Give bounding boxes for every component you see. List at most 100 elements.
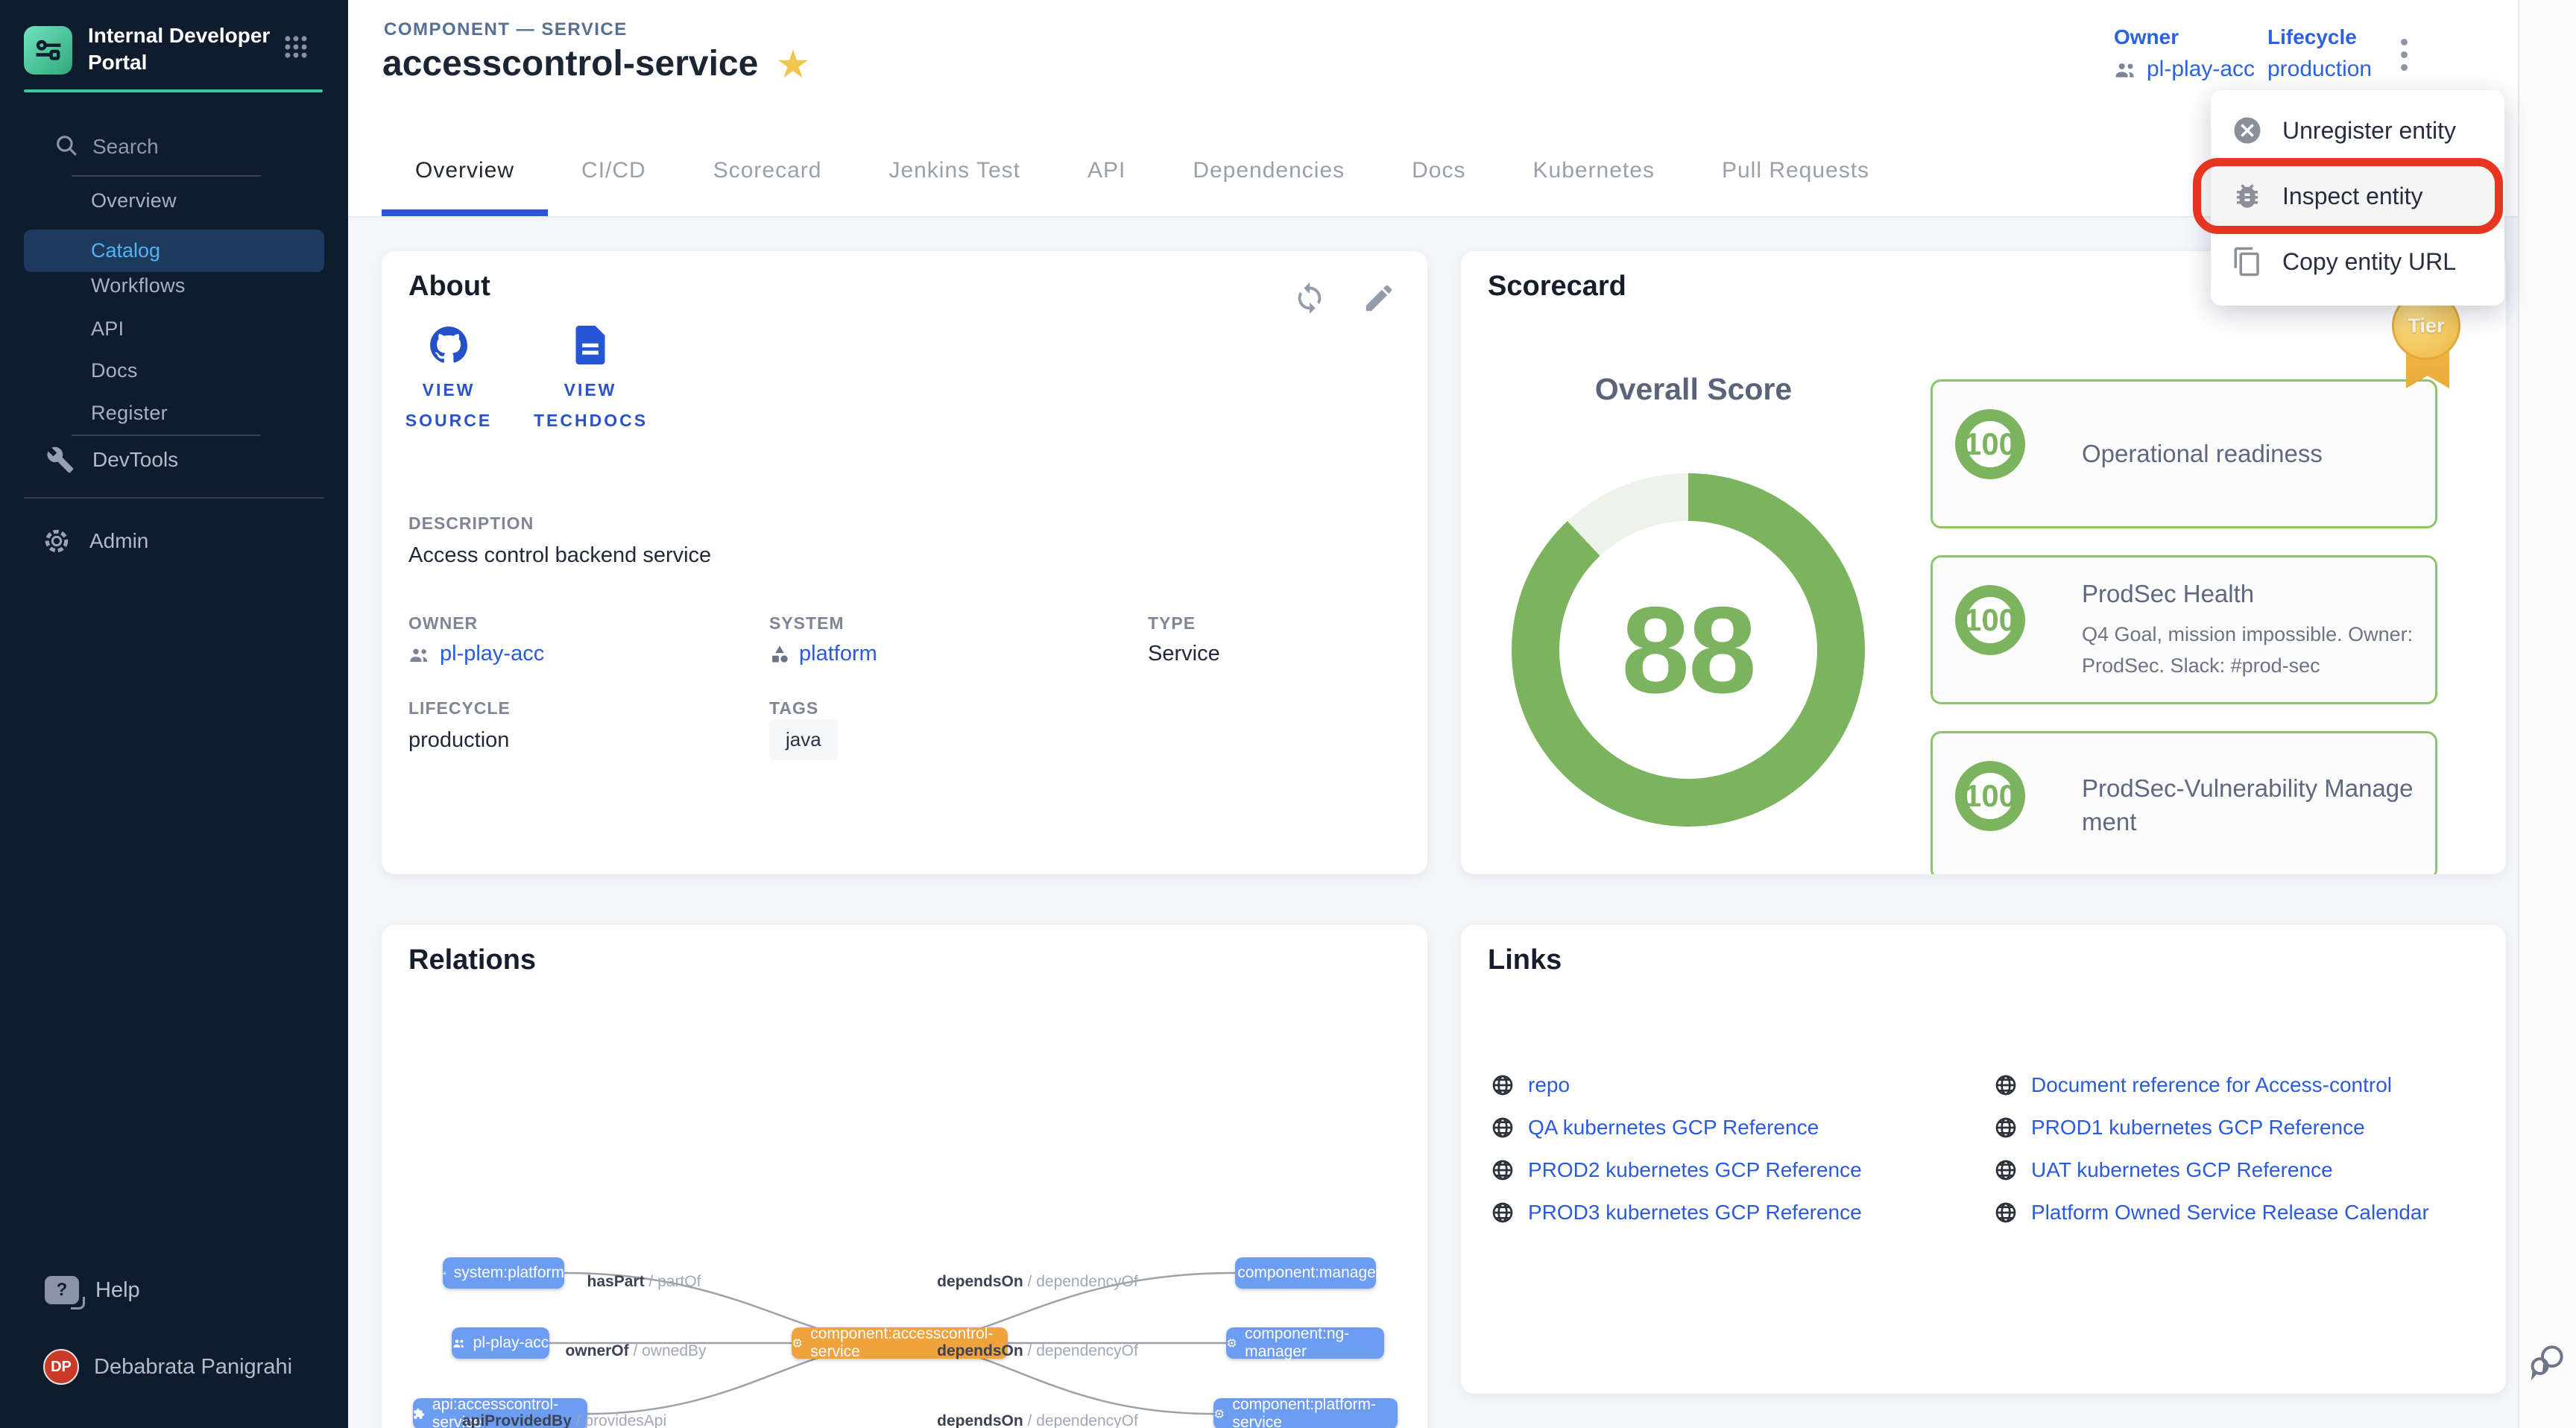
links-card: Links repo QA kubernetes GCP Reference P… xyxy=(1461,925,2506,1394)
links-title: Links xyxy=(1488,944,1562,976)
link-prod1-kubernetes[interactable]: PROD1 kubernetes GCP Reference xyxy=(1994,1106,2429,1149)
about-title: About xyxy=(408,271,490,303)
menu-item-unregister-entity[interactable]: Unregister entity xyxy=(2211,98,2504,163)
sidebar-divider-1 xyxy=(72,435,261,436)
scorecard-item-title: Operational readiness xyxy=(2082,437,2414,471)
menu-item-label: Copy entity URL xyxy=(2282,248,2456,276)
menu-item-copy-entity-url[interactable]: Copy entity URL xyxy=(2211,229,2504,294)
sidebar-item-help-label: Help xyxy=(95,1278,140,1303)
link-qa-kubernetes[interactable]: QA kubernetes GCP Reference xyxy=(1491,1106,1862,1149)
link-doc-reference[interactable]: Document reference for Access-control xyxy=(1994,1064,2429,1106)
feedback-chat-icon[interactable] xyxy=(2527,1340,2569,1382)
help-qmark: ? xyxy=(57,1280,68,1301)
globe-icon xyxy=(1994,1116,2018,1140)
scorecard-item-prodsec-health[interactable]: 100 ProdSec Health Q4 Goal, mission impo… xyxy=(1931,555,2437,704)
page-title: accesscontrol-service xyxy=(382,43,758,84)
graph-node-component-manager[interactable]: component:manager xyxy=(1235,1257,1376,1289)
brand-logo-icon[interactable] xyxy=(24,26,72,75)
owner-block: Owner pl-play-acc xyxy=(2114,25,2255,82)
bug-icon xyxy=(2232,180,2263,212)
edge-label-haspart: hasPart / partOf xyxy=(587,1273,701,1291)
user-profile[interactable]: DP Debabrata Panigrahi xyxy=(43,1349,292,1385)
about-owner-link[interactable]: pl-play-acc xyxy=(408,642,544,666)
graph-node-component-ng-manager[interactable]: component:ng-manager xyxy=(1226,1327,1384,1359)
about-type-value: Service xyxy=(1148,642,1220,666)
tab-dependencies[interactable]: Dependencies xyxy=(1159,125,1378,216)
relations-card: Relations system:platform pl-play-acc ap… xyxy=(382,925,1427,1428)
entity-context-menu: Unregister entity Inspect entity Copy en… xyxy=(2211,90,2504,306)
sidebar-divider-2 xyxy=(24,497,324,499)
tab-docs[interactable]: Docs xyxy=(1378,125,1499,216)
about-system-label: SYSTEM xyxy=(769,613,845,634)
about-system-link[interactable]: platform xyxy=(769,642,877,666)
sidebar-item-workflows[interactable]: Workflows xyxy=(91,274,186,297)
app-grid-icon[interactable] xyxy=(282,33,310,61)
scorecard-item-subtitle: Q4 Goal, mission impossible. Owner: Prod… xyxy=(2082,619,2414,682)
globe-icon xyxy=(1491,1158,1515,1182)
graph-node-label: system:platform xyxy=(454,1264,564,1282)
sidebar-item-catalog-label: Catalog xyxy=(91,239,160,262)
scorecard-card: Scorecard Overall Score 88 100 Operation… xyxy=(1461,251,2506,874)
link-repo[interactable]: repo xyxy=(1491,1064,1862,1106)
link-prod3-kubernetes[interactable]: PROD3 kubernetes GCP Reference xyxy=(1491,1191,1862,1233)
refresh-icon[interactable] xyxy=(1292,281,1327,315)
link-prod2-kubernetes[interactable]: PROD2 kubernetes GCP Reference xyxy=(1491,1149,1862,1191)
tab-overview[interactable]: Overview xyxy=(382,125,548,216)
owner-link[interactable]: pl-play-acc xyxy=(2114,57,2255,82)
globe-icon xyxy=(1994,1201,2018,1225)
edit-pencil-icon[interactable] xyxy=(1362,281,1396,315)
graph-node-component-platform-service[interactable]: component:platform-service xyxy=(1213,1398,1398,1428)
scorecard-item-prodsec-vulnerability[interactable]: 100 ProdSec-Vulnerability Management xyxy=(1931,731,2437,874)
scorecard-item-operational-readiness[interactable]: 100 Operational readiness xyxy=(1931,379,2437,528)
tab-jenkins-test[interactable]: Jenkins Test xyxy=(855,125,1054,216)
entity-tabs: Overview CI/CD Scorecard Jenkins Test AP… xyxy=(382,125,1903,216)
sidebar-item-api[interactable]: API xyxy=(91,317,124,341)
sidebar-item-help[interactable]: ? Help xyxy=(45,1276,140,1304)
tab-pull-requests[interactable]: Pull Requests xyxy=(1688,125,1903,216)
tag-chip-java[interactable]: java xyxy=(769,719,838,760)
search-input[interactable]: Search xyxy=(92,135,159,159)
tab-api[interactable]: API xyxy=(1054,125,1159,216)
search-icon[interactable] xyxy=(54,133,79,158)
score-ring: 100 xyxy=(1955,585,2025,655)
edge-label-dependson-3: dependsOn / dependencyOf xyxy=(937,1412,1138,1428)
graph-node-pl-play-acc[interactable]: pl-play-acc xyxy=(452,1327,549,1359)
globe-icon xyxy=(1994,1158,2018,1182)
owner-label: Owner xyxy=(2114,25,2255,49)
links-column-left: repo QA kubernetes GCP Reference PROD2 k… xyxy=(1491,1064,1862,1233)
graph-node-label: pl-play-acc xyxy=(473,1334,549,1352)
menu-item-label: Inspect entity xyxy=(2282,183,2423,210)
sidebar-item-devtools[interactable]: DevTools xyxy=(46,446,178,474)
lifecycle-block: Lifecycle production xyxy=(2267,25,2372,82)
link-release-calendar[interactable]: Platform Owned Service Release Calendar xyxy=(1994,1191,2429,1233)
globe-icon xyxy=(1491,1116,1515,1140)
techdocs-icon xyxy=(523,326,657,364)
graph-node-system-platform[interactable]: system:platform xyxy=(443,1257,564,1289)
sidebar-item-catalog[interactable]: Catalog xyxy=(24,230,324,272)
lifecycle-label: Lifecycle xyxy=(2267,25,2372,49)
menu-item-inspect-entity[interactable]: Inspect entity xyxy=(2211,163,2504,229)
help-chat-icon: ? xyxy=(45,1276,79,1304)
search-underline xyxy=(72,175,261,177)
about-owner-label: OWNER xyxy=(408,613,478,634)
view-source-button[interactable]: VIEW SOURCE xyxy=(382,326,516,436)
scorecard-title: Scorecard xyxy=(1488,271,1626,303)
owner-value: pl-play-acc xyxy=(2147,57,2255,82)
menu-item-label: Unregister entity xyxy=(2282,117,2456,145)
tab-cicd[interactable]: CI/CD xyxy=(548,125,680,216)
view-techdocs-button[interactable]: VIEW TECHDOCS xyxy=(523,326,657,436)
sidebar-item-overview[interactable]: Overview xyxy=(91,189,177,212)
page-title-row: accesscontrol-service ★ xyxy=(382,43,809,84)
copy-icon xyxy=(2232,246,2263,277)
kebab-menu-icon[interactable] xyxy=(2396,34,2412,75)
sidebar-item-register[interactable]: Register xyxy=(91,402,168,425)
link-uat-kubernetes[interactable]: UAT kubernetes GCP Reference xyxy=(1994,1149,2429,1191)
tab-scorecard[interactable]: Scorecard xyxy=(680,125,856,216)
sidebar-item-admin[interactable]: Admin xyxy=(42,526,148,556)
tab-kubernetes[interactable]: Kubernetes xyxy=(1500,125,1688,216)
view-techdocs-label: VIEW TECHDOCS xyxy=(534,375,647,436)
sidebar-item-devtools-label: DevTools xyxy=(92,448,178,472)
cancel-icon xyxy=(2232,115,2263,146)
favorite-star-icon[interactable]: ★ xyxy=(777,47,808,81)
sidebar-item-docs[interactable]: Docs xyxy=(91,359,138,382)
